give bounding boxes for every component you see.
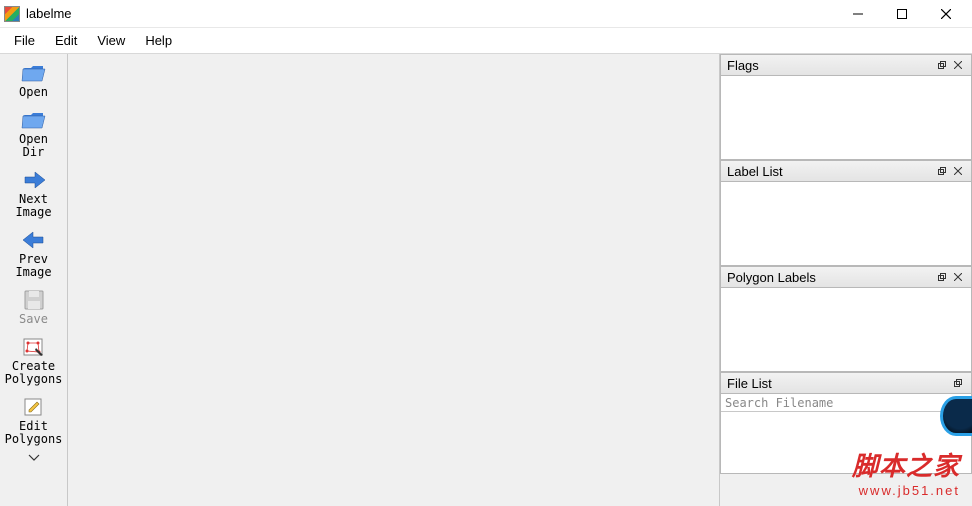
panel-file-list: File List — [720, 372, 972, 474]
save-icon — [21, 289, 47, 311]
app-icon — [4, 6, 20, 22]
panel-label-list-close-button[interactable] — [951, 164, 965, 178]
panel-flags-float-button[interactable] — [935, 58, 949, 72]
maximize-button[interactable] — [880, 0, 924, 28]
menu-bar: File Edit View Help — [0, 28, 972, 54]
chevron-down-icon — [28, 454, 40, 462]
float-icon — [954, 379, 963, 388]
menu-edit[interactable]: Edit — [45, 30, 87, 51]
panel-file-list-header[interactable]: File List — [720, 372, 972, 394]
folder-open-icon — [21, 62, 47, 84]
float-icon — [938, 167, 947, 176]
menu-file[interactable]: File — [4, 30, 45, 51]
close-icon — [954, 61, 962, 69]
next-image-button[interactable]: Next Image — [2, 165, 66, 221]
minimize-button[interactable] — [836, 0, 880, 28]
edit-label2: Polygons — [5, 433, 63, 446]
maximize-icon — [897, 9, 907, 19]
panel-flags-title: Flags — [727, 58, 933, 73]
menu-view[interactable]: View — [87, 30, 135, 51]
panel-label-list-header[interactable]: Label List — [720, 160, 972, 182]
window-controls — [836, 0, 968, 28]
float-icon — [938, 61, 947, 70]
toolbar-overflow-chevron[interactable] — [28, 454, 40, 462]
panel-polygon-labels-float-button[interactable] — [935, 270, 949, 284]
folder-dir-icon — [21, 109, 47, 131]
panel-file-list-title: File List — [727, 376, 949, 391]
panel-polygon-labels: Polygon Labels — [720, 266, 972, 372]
panel-polygon-labels-header[interactable]: Polygon Labels — [720, 266, 972, 288]
panel-flags-header[interactable]: Flags — [720, 54, 972, 76]
save-button: Save — [2, 285, 66, 328]
panel-polygon-labels-body[interactable] — [720, 288, 972, 372]
prev-image-button[interactable]: Prev Image — [2, 225, 66, 281]
open-label: Open — [19, 86, 48, 99]
canvas-area[interactable] — [68, 54, 720, 506]
open-dir-label2: Dir — [23, 146, 45, 159]
panel-polygon-labels-title: Polygon Labels — [727, 270, 933, 285]
arrow-right-icon — [21, 169, 47, 191]
menu-help[interactable]: Help — [135, 30, 182, 51]
close-icon — [954, 273, 962, 281]
minimize-icon — [853, 9, 863, 19]
close-button[interactable] — [924, 0, 968, 28]
panel-label-list-float-button[interactable] — [935, 164, 949, 178]
edit-polygon-icon — [21, 396, 47, 418]
title-bar: labelme — [0, 0, 972, 28]
close-icon — [954, 167, 962, 175]
close-icon — [941, 9, 951, 19]
open-button[interactable]: Open — [2, 58, 66, 101]
panel-label-list: Label List — [720, 160, 972, 266]
main-area: Open Open Dir Next Image Prev Image — [0, 54, 972, 506]
window-title: labelme — [26, 6, 836, 21]
panel-flags-body[interactable] — [720, 76, 972, 160]
panel-polygon-labels-close-button[interactable] — [951, 270, 965, 284]
edit-polygons-button[interactable]: Edit Polygons — [2, 392, 66, 448]
float-icon — [938, 273, 947, 282]
overlay-bubble — [940, 396, 972, 436]
right-panel-column: Flags Label List Polygon Labels — [720, 54, 972, 506]
save-label: Save — [19, 313, 48, 326]
next-label2: Image — [15, 206, 51, 219]
panel-flags-close-button[interactable] — [951, 58, 965, 72]
open-dir-button[interactable]: Open Dir — [2, 105, 66, 161]
create-polygons-button[interactable]: Create Polygons — [2, 332, 66, 388]
create-polygon-icon — [21, 336, 47, 358]
panel-flags: Flags — [720, 54, 972, 160]
prev-label2: Image — [15, 266, 51, 279]
left-toolbar: Open Open Dir Next Image Prev Image — [0, 54, 68, 506]
panel-label-list-body[interactable] — [720, 182, 972, 266]
panel-label-list-title: Label List — [727, 164, 933, 179]
arrow-left-icon — [21, 229, 47, 251]
create-label2: Polygons — [5, 373, 63, 386]
file-list-area[interactable] — [721, 412, 971, 473]
panel-file-list-float-button[interactable] — [951, 376, 965, 390]
panel-file-list-body — [720, 394, 972, 474]
search-filename-input[interactable] — [721, 394, 971, 412]
